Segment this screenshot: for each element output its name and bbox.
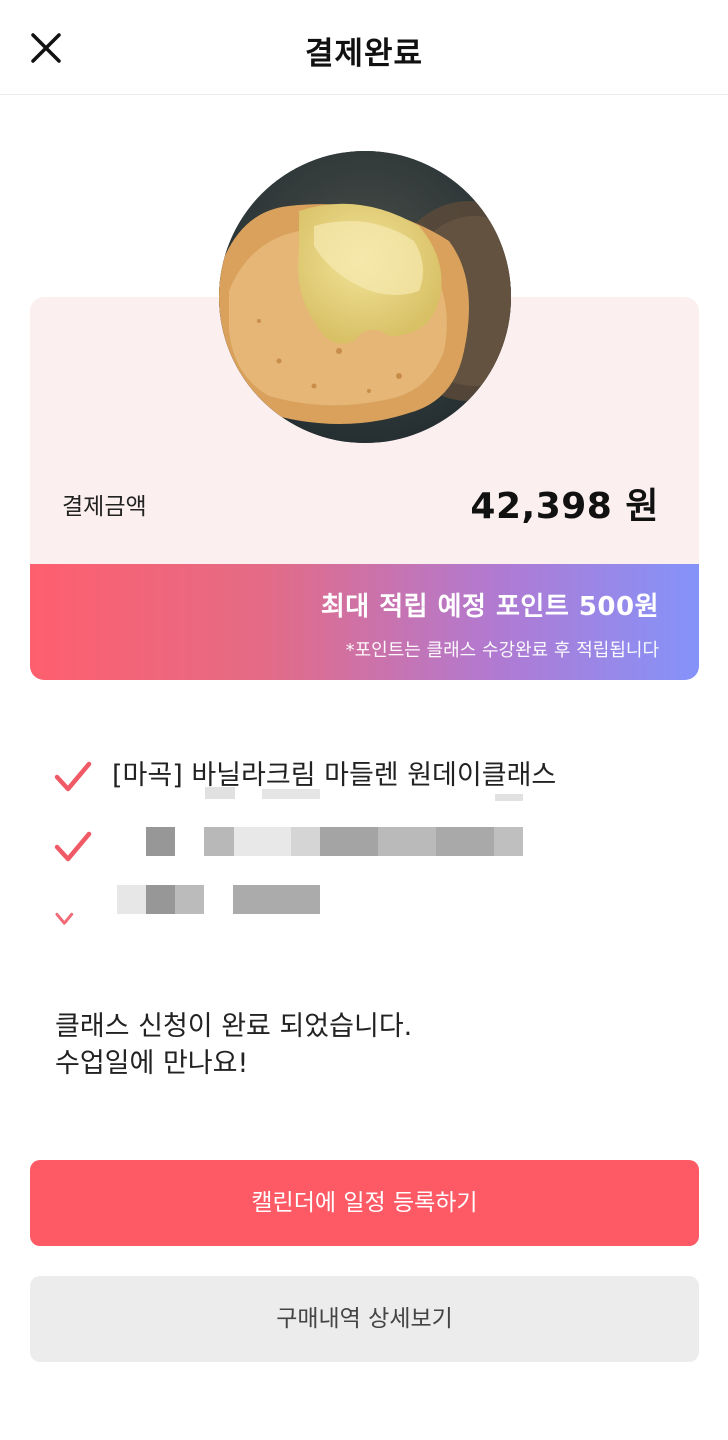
redacted-text — [436, 827, 494, 856]
add-to-calendar-button[interactable]: 캘린더에 일정 등록하기 — [30, 1160, 699, 1246]
redacted-text — [291, 827, 320, 856]
message-line-2: 수업일에 만나요! — [55, 1048, 249, 1079]
redacted-text — [233, 885, 320, 914]
check-icon — [54, 831, 92, 862]
redacted-text — [175, 885, 204, 914]
points-expected: 최대 적립 예정 포인트 500원 — [320, 592, 659, 622]
redacted-text — [320, 827, 378, 856]
redacted-text — [495, 794, 523, 801]
redacted-text — [378, 827, 436, 856]
redacted-text — [234, 827, 291, 856]
redacted-text — [117, 885, 146, 914]
points-banner: 최대 적립 예정 포인트 500원 *포인트는 클래스 수강완료 후 적립됩니다 — [30, 564, 699, 680]
page-title: 결제완료 — [304, 36, 424, 72]
header: 결제완료 — [0, 0, 728, 95]
check-icon — [54, 761, 92, 792]
class-thumbnail — [219, 151, 511, 443]
amount-label: 결제금액 — [62, 494, 147, 520]
redacted-text — [146, 885, 175, 914]
check-icon — [55, 912, 74, 925]
redacted-text — [204, 827, 234, 856]
redacted-text — [262, 789, 320, 799]
madeleine-image — [219, 151, 511, 443]
redacted-text — [494, 827, 523, 856]
completion-message: 클래스 신청이 완료 되었습니다. 수업일에 만나요! — [55, 1008, 412, 1082]
points-note: *포인트는 클래스 수강완료 후 적립됩니다 — [345, 640, 659, 661]
amount-value: 42,398 원 — [470, 486, 659, 527]
redacted-text — [205, 787, 235, 799]
message-line-1: 클래스 신청이 완료 되었습니다. — [55, 1011, 413, 1042]
redacted-text — [146, 827, 175, 856]
class-item-title: [마곡] 바닐라크림 마들렌 원데이클래스 — [112, 760, 557, 791]
purchase-details-button[interactable]: 구매내역 상세보기 — [30, 1276, 699, 1362]
